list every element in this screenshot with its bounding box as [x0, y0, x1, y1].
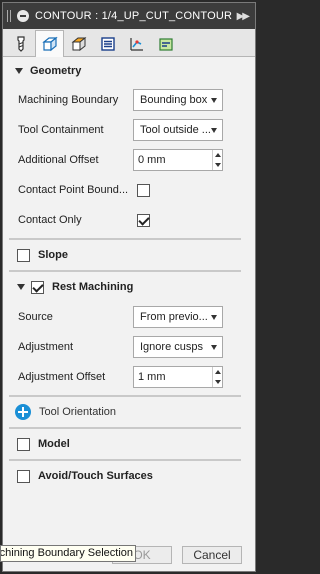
adjustment-offset-label: Adjustment Offset	[18, 371, 106, 383]
spinner-buttons[interactable]	[212, 367, 222, 387]
tab-strip	[3, 29, 255, 57]
model-label: Model	[38, 438, 70, 450]
geometry-section-header[interactable]: Geometry	[3, 57, 255, 85]
source-label: Source	[18, 311, 53, 323]
title-bar[interactable]: CONTOUR : 1/4_UP_CUT_CONTOUR ▶▶	[3, 3, 255, 29]
contact-only-label: Contact Only	[18, 214, 82, 226]
slope-group-header[interactable]: Slope	[3, 240, 255, 270]
additional-offset-label: Additional Offset	[18, 154, 99, 166]
avoid-touch-checkbox[interactable]	[17, 469, 30, 483]
adjustment-offset-value[interactable]: 1 mm	[138, 371, 212, 383]
passes-icon	[100, 36, 115, 51]
tool-containment-select[interactable]: Tool outside ...	[133, 119, 223, 141]
adjustment-label: Adjustment	[18, 341, 74, 353]
tab-geometry[interactable]	[35, 30, 64, 57]
linking-icon	[129, 37, 143, 51]
spin-up-icon[interactable]	[214, 370, 221, 374]
geometry-icon	[41, 36, 58, 52]
machining-boundary-value: Bounding box	[140, 94, 208, 106]
tool-orientation-row[interactable]: Tool Orientation	[3, 397, 255, 427]
adjustment-offset-row: Adjustment Offset 1 mm	[3, 362, 255, 392]
model-group-header[interactable]: Model	[3, 429, 255, 459]
spin-down-icon[interactable]	[214, 380, 221, 384]
dropdown-arrow-icon	[211, 344, 217, 350]
source-value: From previo...	[140, 311, 208, 323]
expand-icon[interactable]: ▶▶	[237, 11, 251, 22]
contact-only-checkbox[interactable]	[137, 213, 150, 227]
rest-machining-checkbox[interactable]	[31, 280, 44, 294]
machining-boundary-select[interactable]: Bounding box	[133, 89, 223, 111]
tab-passes[interactable]	[93, 30, 122, 56]
dropdown-arrow-icon	[211, 314, 217, 320]
contact-point-boundary-label: Contact Point Bound...	[18, 184, 129, 196]
additional-offset-row: Additional Offset 0 mm	[3, 145, 255, 175]
spin-down-icon[interactable]	[214, 163, 221, 167]
cancel-button[interactable]: Cancel	[182, 546, 242, 564]
slope-checkbox[interactable]	[17, 248, 30, 262]
rest-machining-label: Rest Machining	[52, 281, 134, 293]
tool-containment-value: Tool outside ...	[140, 124, 211, 136]
tool-containment-row: Tool Containment Tool outside ...	[3, 115, 255, 145]
contact-point-boundary-checkbox[interactable]	[137, 183, 150, 197]
dropdown-arrow-icon	[211, 127, 217, 133]
dropdown-arrow-icon	[211, 97, 217, 103]
adjustment-select[interactable]: Ignore cusps	[133, 336, 223, 358]
model-checkbox[interactable]	[17, 437, 30, 451]
tooltip: Machining Boundary Selection	[0, 545, 136, 562]
contour-dialog: CONTOUR : 1/4_UP_CUT_CONTOUR ▶▶ Geometry…	[2, 2, 256, 572]
rest-machining-group-header[interactable]: Rest Machining	[3, 272, 255, 302]
tab-post[interactable]	[151, 30, 180, 56]
tool-icon	[16, 35, 25, 52]
source-row: Source From previo...	[3, 302, 255, 332]
tooltip-text: Machining Boundary Selection	[0, 547, 133, 559]
avoid-touch-label: Avoid/Touch Surfaces	[38, 470, 153, 482]
additional-offset-input[interactable]: 0 mm	[133, 149, 223, 171]
machining-boundary-label: Machining Boundary	[18, 94, 119, 106]
tool-containment-label: Tool Containment	[18, 124, 104, 136]
stop-icon	[17, 10, 29, 22]
tab-linking[interactable]	[122, 30, 151, 56]
collapse-triangle-icon[interactable]	[17, 284, 25, 290]
machining-boundary-row: Machining Boundary Bounding box	[3, 85, 255, 115]
additional-offset-value[interactable]: 0 mm	[138, 154, 212, 166]
tool-orientation-label: Tool Orientation	[39, 406, 117, 418]
avoid-touch-group-header[interactable]: Avoid/Touch Surfaces	[3, 461, 255, 491]
source-select[interactable]: From previo...	[133, 306, 223, 328]
heights-icon	[71, 36, 86, 51]
tool-orientation-icon	[15, 404, 31, 420]
tab-heights[interactable]	[64, 30, 93, 56]
collapse-triangle-icon[interactable]	[15, 68, 23, 74]
adjustment-value: Ignore cusps	[140, 341, 203, 353]
contact-only-row: Contact Only	[3, 205, 255, 235]
spin-up-icon[interactable]	[214, 153, 221, 157]
geometry-section-title: Geometry	[30, 65, 82, 77]
contact-point-boundary-row: Contact Point Bound...	[3, 175, 255, 205]
adjustment-row: Adjustment Ignore cusps	[3, 332, 255, 362]
adjustment-offset-input[interactable]: 1 mm	[133, 366, 223, 388]
spinner-buttons[interactable]	[212, 150, 222, 170]
slope-label: Slope	[38, 249, 68, 261]
tab-tool[interactable]	[6, 30, 35, 56]
dialog-title: CONTOUR : 1/4_UP_CUT_CONTOUR	[35, 10, 233, 22]
grip-handle-icon[interactable]	[7, 10, 11, 22]
post-icon	[158, 37, 173, 51]
